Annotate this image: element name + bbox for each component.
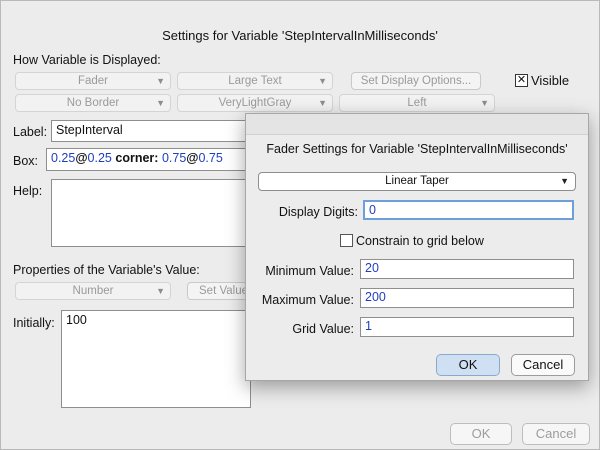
maximum-value-field[interactable]: 200 [360, 288, 574, 308]
minimum-value-field[interactable]: 20 [360, 259, 574, 279]
value-type-value: Number [72, 285, 114, 297]
label-caption: Label: [13, 125, 48, 139]
constrain-label: Constrain to grid below [356, 234, 484, 248]
set-display-options-button[interactable]: Set Display Options... [351, 72, 481, 90]
corner-y-value: 0.75 [198, 151, 223, 165]
box-at-separator: @ [75, 151, 88, 165]
display-digits-field[interactable]: 0 [363, 200, 574, 220]
fader-ok-button[interactable]: OK [436, 354, 500, 376]
color-value: VeryLightGray [218, 97, 292, 109]
dropdown-arrow-icon: ▼ [318, 76, 327, 86]
border-popup[interactable]: No Border ▼ [15, 94, 171, 112]
corner-at-separator: @ [186, 151, 199, 165]
display-digits-label: Display Digits: [278, 205, 358, 219]
text-size-popup[interactable]: Large Text ▼ [177, 72, 333, 90]
initially-caption: Initially: [13, 316, 55, 330]
fader-dialog-title: Fader Settings for Variable 'StepInterva… [266, 142, 568, 156]
text-size-value: Large Text [228, 75, 282, 87]
dropdown-arrow-icon: ▼ [318, 98, 327, 108]
visible-label: Visible [531, 73, 570, 88]
dropdown-arrow-icon: ▼ [560, 176, 569, 186]
visible-checkbox[interactable]: ✕ [515, 74, 528, 87]
box-y-value: 0.25 [87, 151, 112, 165]
help-caption: Help: [13, 184, 43, 198]
alignment-value: Left [407, 97, 427, 109]
how-displayed-label: How Variable is Displayed: [13, 53, 161, 67]
fader-cancel-button[interactable]: Cancel [511, 354, 575, 376]
taper-value: Linear Taper [385, 175, 449, 187]
corner-caption: corner: [115, 151, 159, 165]
initially-field[interactable]: 100 [61, 310, 251, 408]
border-value: No Border [66, 97, 120, 109]
constrain-checkbox[interactable] [340, 234, 353, 247]
taper-popup[interactable]: Linear Taper ▼ [258, 172, 576, 191]
maximum-value-label: Maximum Value: [261, 293, 354, 307]
dropdown-arrow-icon: ▼ [156, 76, 165, 86]
alignment-popup[interactable]: Left ▼ [339, 94, 495, 112]
dropdown-arrow-icon: ▼ [156, 98, 165, 108]
cancel-button[interactable]: Cancel [522, 423, 590, 445]
box-caption: Box: [13, 154, 39, 168]
box-x-value: 0.25 [51, 151, 76, 165]
minimum-value-label: Minimum Value: [265, 264, 354, 278]
dropdown-arrow-icon: ▼ [480, 98, 489, 108]
fader-titlebar [246, 114, 588, 135]
color-popup[interactable]: VeryLightGray ▼ [177, 94, 333, 112]
fader-settings-dialog: Fader Settings for Variable 'StepInterva… [245, 113, 589, 381]
help-field[interactable] [51, 179, 251, 247]
dialog-title: Settings for Variable 'StepIntervalInMil… [162, 28, 438, 43]
ok-button[interactable]: OK [450, 423, 512, 445]
grid-value-field[interactable]: 1 [360, 317, 574, 337]
checkbox-checked-icon: ✕ [516, 74, 527, 86]
display-type-popup[interactable]: Fader ▼ [15, 72, 171, 90]
grid-value-label: Grid Value: [292, 322, 354, 336]
label-field[interactable]: StepInterval [51, 120, 251, 142]
display-type-value: Fader [77, 75, 109, 87]
box-field[interactable]: 0.25@0.25 corner: 0.75@0.75 [46, 148, 251, 171]
value-type-popup[interactable]: Number ▼ [15, 282, 171, 300]
corner-x-value: 0.75 [161, 151, 187, 165]
dropdown-arrow-icon: ▼ [156, 286, 165, 296]
properties-label: Properties of the Variable's Value: [13, 263, 200, 277]
